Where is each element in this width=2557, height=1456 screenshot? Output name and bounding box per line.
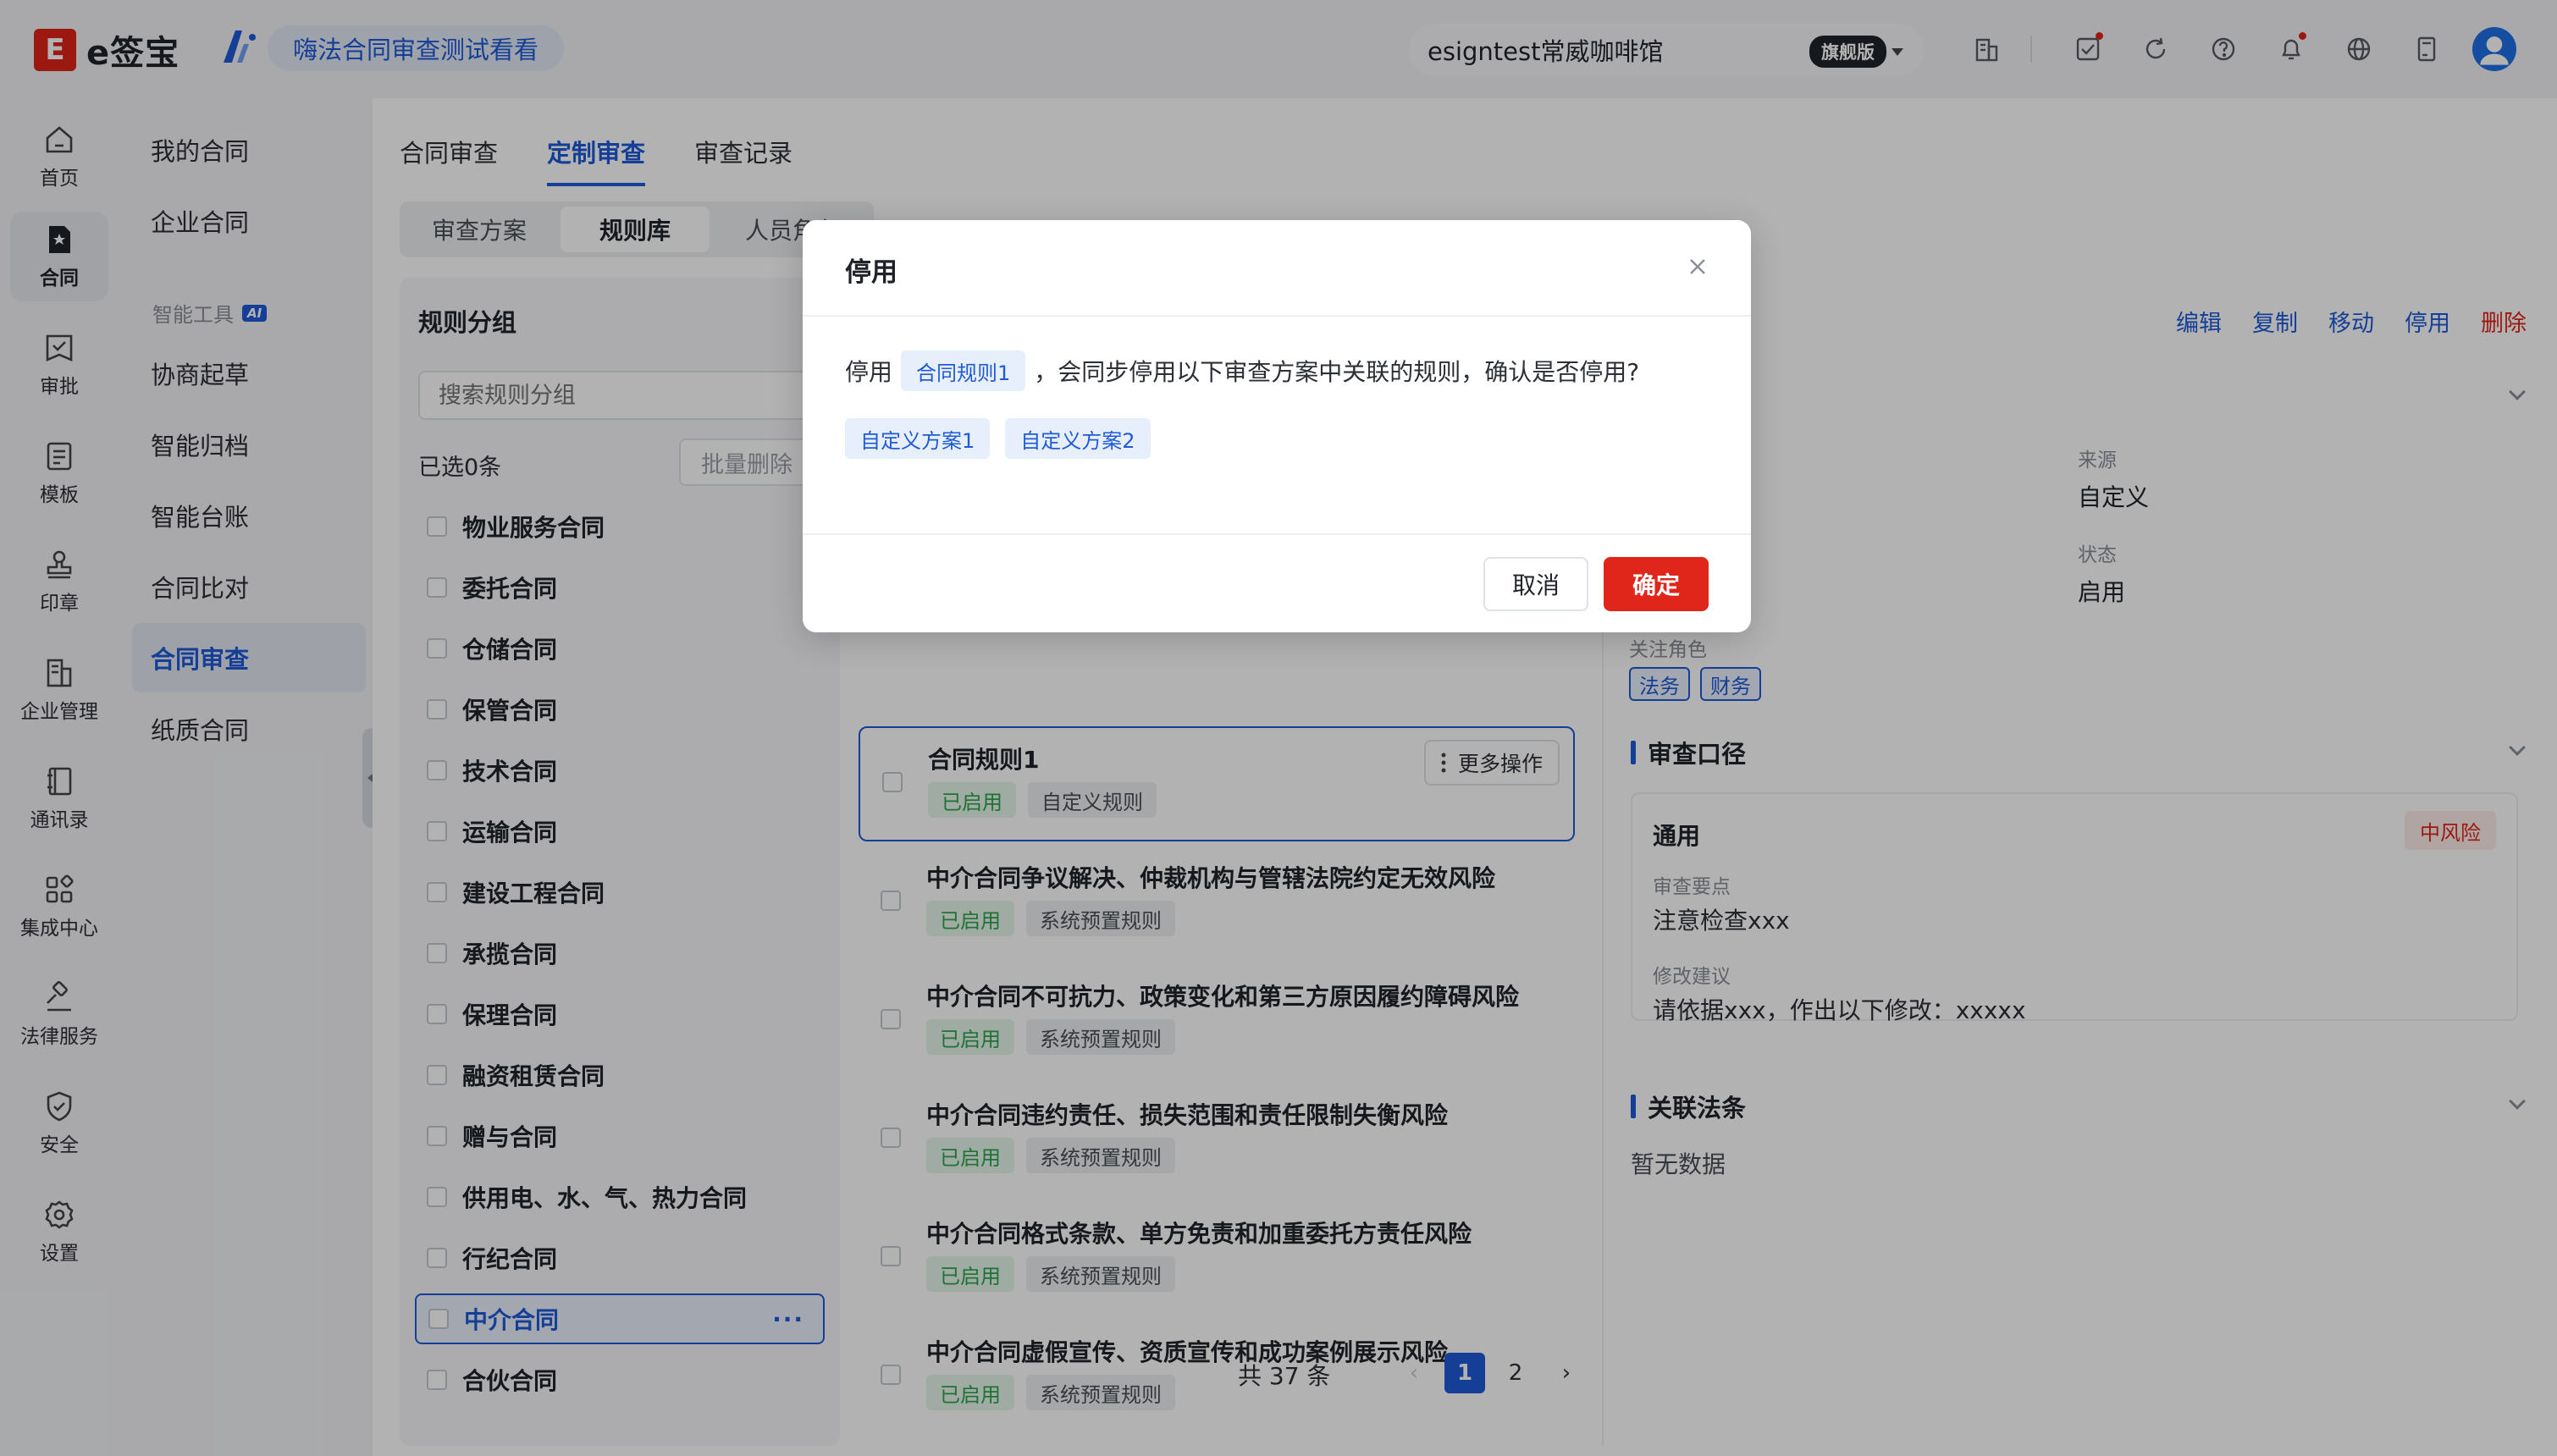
plan-chip: 自定义方案2 [1005,418,1151,459]
rule-chip: 合同规则1 [901,350,1026,391]
plan-chip: 自定义方案1 [845,418,991,459]
dialog-divider [803,315,1751,317]
plan-chips: 自定义方案1 自定义方案2 [845,418,1151,459]
confirm-button[interactable]: 确定 [1604,557,1709,611]
dialog-message: 停用 合同规则1 ，会同步停用以下审查方案中关联的规则，确认是否停用? [845,350,1639,391]
dialog-title: 停用 [845,257,897,288]
close-icon[interactable] [1687,256,1709,278]
msg-suffix: ，会同步停用以下审查方案中关联的规则，确认是否停用? [1034,358,1640,386]
dialog-divider [803,533,1751,535]
cancel-button[interactable]: 取消 [1483,557,1588,611]
disable-confirm-dialog: 停用 停用 合同规则1 ，会同步停用以下审查方案中关联的规则，确认是否停用? 自… [803,220,1751,632]
msg-prefix: 停用 [845,358,893,386]
modal-overlay[interactable] [0,0,2557,1456]
